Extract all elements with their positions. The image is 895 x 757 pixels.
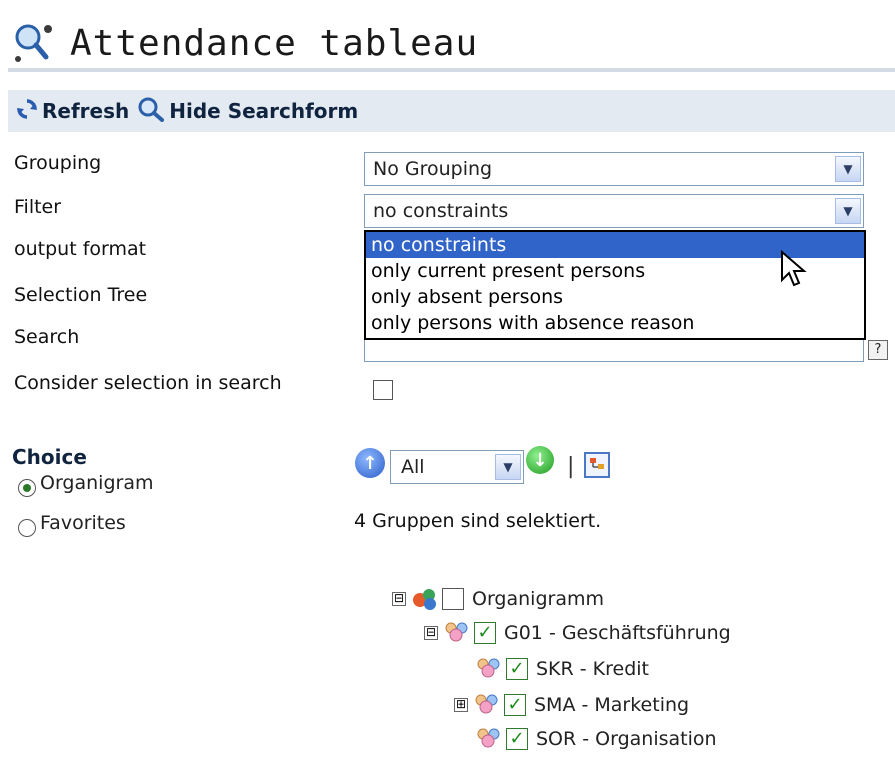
choice-heading: Choice [12,445,87,469]
tree-label: Organigramm [472,588,604,610]
group-people-icon [474,656,504,682]
collapse-icon[interactable]: ⊟ [424,626,438,640]
consider-selection-checkbox[interactable] [373,380,393,400]
tree-root: ⊟ Organigramm [392,584,604,614]
tree-checkbox[interactable] [442,588,464,610]
consider-selection-label: Consider selection in search [14,372,282,394]
filter-option[interactable]: only persons with absence reason [366,310,864,336]
tree-label: SMA - Marketing [534,694,690,716]
level-value: All [401,456,425,478]
page-title: Attendance tableau [70,22,479,64]
filter-label: Filter [14,196,62,218]
group-people-icon [442,620,472,646]
refresh-button[interactable]: Refresh [16,98,129,125]
arrow-down-circle-icon[interactable]: ↓ [526,446,554,474]
tree-label: G01 - Geschäftsführung [504,622,731,644]
collapse-icon[interactable]: ⊟ [392,592,406,606]
radio-favorites[interactable]: Favorites [18,512,126,537]
tree-checkbox[interactable]: ✓ [506,728,528,750]
filter-value: no constraints [373,200,509,222]
grouping-label: Grouping [14,152,102,174]
tree-checkbox[interactable]: ✓ [504,694,526,716]
tree-checkbox[interactable]: ✓ [474,622,496,644]
expand-icon[interactable]: ⊞ [454,698,468,712]
refresh-label: Refresh [42,99,130,123]
magnifier-icon [137,96,165,127]
group-people-icon [474,726,504,752]
help-button[interactable]: ? [868,340,888,360]
organigram-icon [410,586,440,612]
title-divider [8,68,895,72]
tree-label: SOR - Organisation [536,728,717,750]
tree-checkbox[interactable]: ✓ [506,658,528,680]
radio-label: Favorites [40,512,126,534]
tree-node: ⊞ ✓ SMA - Marketing [454,690,689,720]
tree-node: ✓ SOR - Organisation [474,724,717,754]
filter-select[interactable]: no constraints ▼ [364,194,864,228]
hide-searchform-button[interactable]: Hide Searchform [137,96,358,127]
arrow-up-circle-icon[interactable]: ↑ [355,448,385,478]
chevron-down-icon[interactable]: ▼ [835,156,861,182]
radio-organigram[interactable]: Organigram [18,472,154,497]
selection-tree-label: Selection Tree [14,284,148,306]
tree-node: ⊟ ✓ G01 - Geschäftsführung [424,618,731,648]
level-select[interactable]: All ▼ [390,450,524,484]
radio-label: Organigram [40,472,154,494]
grouping-value: No Grouping [373,158,493,180]
group-people-icon [472,692,502,718]
search-input[interactable] [364,338,864,362]
tree-view-icon[interactable] [584,452,610,478]
grouping-select[interactable]: No Grouping ▼ [364,152,864,186]
chevron-down-icon[interactable]: ▼ [495,454,521,480]
output-format-label: output format [14,238,147,260]
search-people-icon [10,21,62,65]
search-label: Search [14,326,80,348]
tree-node: ✓ SKR - Kredit [474,654,649,684]
mouse-cursor-icon [780,249,808,294]
chevron-down-icon[interactable]: ▼ [835,198,861,224]
separator: | [567,454,575,479]
refresh-icon [16,98,38,125]
page-header: Attendance tableau [10,18,478,68]
selection-status: 4 Gruppen sind selektiert. [354,510,602,532]
toolbar: Refresh Hide Searchform [8,90,895,132]
hide-searchform-label: Hide Searchform [169,99,359,123]
radio-button[interactable] [18,519,36,537]
tree-label: SKR - Kredit [536,658,649,680]
radio-button[interactable] [18,479,36,497]
